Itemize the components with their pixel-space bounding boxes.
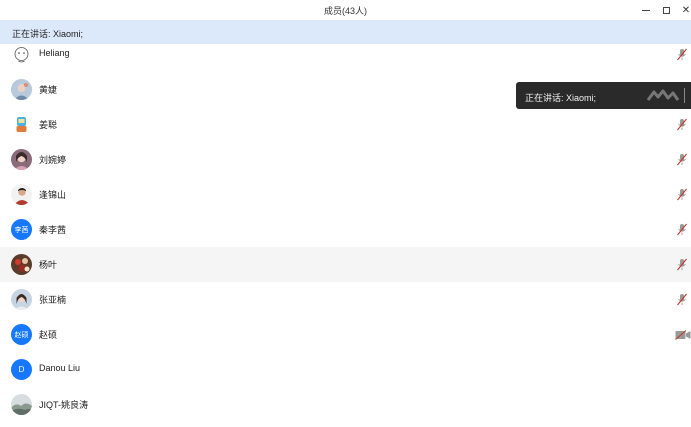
title-bar: 成员(43人) ✕: [0, 0, 691, 20]
member-row[interactable]: 刘婉婷: [0, 142, 691, 177]
member-row[interactable]: 赵硕 赵硕: [0, 317, 691, 352]
member-name: 刘婉婷: [39, 155, 67, 165]
member-row[interactable]: Heliang: [0, 44, 691, 72]
member-name: 张亚楠: [39, 295, 67, 305]
member-avatar: D: [11, 359, 32, 380]
member-row[interactable]: 姜聪: [0, 107, 691, 142]
member-name: 逢锦山: [39, 190, 67, 200]
mic-muted-icon[interactable]: [676, 153, 688, 166]
member-row[interactable]: D Danou Liu: [0, 352, 691, 387]
toast-divider: [684, 88, 685, 103]
mic-muted-icon[interactable]: [676, 118, 688, 131]
window-title: 成员(43人): [323, 6, 367, 16]
cartoon-face-icon: [14, 47, 29, 63]
member-avatar: 李茜: [11, 219, 32, 240]
member-avatar: [11, 254, 32, 275]
camera-off-icon[interactable]: [675, 330, 691, 340]
photo-avatar-icon: [11, 79, 32, 100]
member-avatar: 赵硕: [11, 324, 32, 345]
member-name: Danou Liu: [39, 363, 81, 373]
maximize-icon: [662, 6, 670, 14]
photo-avatar-icon: [11, 149, 32, 170]
mic-muted-icon[interactable]: [676, 223, 688, 236]
member-row[interactable]: JIQT-姚良涛: [0, 387, 691, 422]
photo-avatar-icon: [11, 254, 32, 275]
voice-wave-icon: [646, 89, 680, 101]
maximize-button[interactable]: [657, 2, 675, 18]
member-avatar: [11, 44, 32, 65]
member-name: Heliang: [39, 48, 70, 58]
member-name: 杨叶: [39, 260, 58, 270]
speaking-indicator-bar: 正在讲话: Xiaomi;: [0, 20, 691, 44]
speaking-toast: 正在讲话: Xiaomi;: [516, 82, 691, 109]
minimize-button[interactable]: [637, 2, 655, 18]
member-row[interactable]: 逢锦山: [0, 177, 691, 212]
close-button[interactable]: ✕: [677, 2, 691, 18]
member-row[interactable]: 李茜 秦李茜: [0, 212, 691, 247]
member-row[interactable]: 杨叶: [0, 247, 691, 282]
speaking-indicator-text: 正在讲话: Xiaomi;: [12, 29, 84, 39]
member-avatar: [11, 184, 32, 205]
member-avatar: [11, 114, 32, 135]
member-name: 秦李茜: [39, 225, 67, 235]
photo-avatar-icon: [11, 184, 32, 205]
toast-text: 正在讲话: Xiaomi;: [525, 93, 597, 103]
member-name: 黄婕: [39, 85, 58, 95]
minimize-icon: [642, 9, 650, 11]
close-icon: ✕: [681, 4, 691, 16]
photo-avatar-icon: [11, 289, 32, 310]
landscape-avatar-icon: [11, 394, 32, 415]
member-avatar: [11, 289, 32, 310]
mic-muted-icon[interactable]: [676, 48, 688, 61]
member-name: 姜聪: [39, 120, 58, 130]
mic-muted-icon[interactable]: [676, 188, 688, 201]
member-name: 赵硕: [39, 330, 58, 340]
mic-muted-icon[interactable]: [676, 293, 688, 306]
member-row[interactable]: 张亚楠: [0, 282, 691, 317]
member-avatar: [11, 149, 32, 170]
toy-avatar-icon: [16, 117, 27, 132]
member-name: JIQT-姚良涛: [39, 400, 88, 410]
member-avatar: [11, 394, 32, 415]
mic-muted-icon[interactable]: [676, 258, 688, 271]
member-avatar: [11, 79, 32, 100]
